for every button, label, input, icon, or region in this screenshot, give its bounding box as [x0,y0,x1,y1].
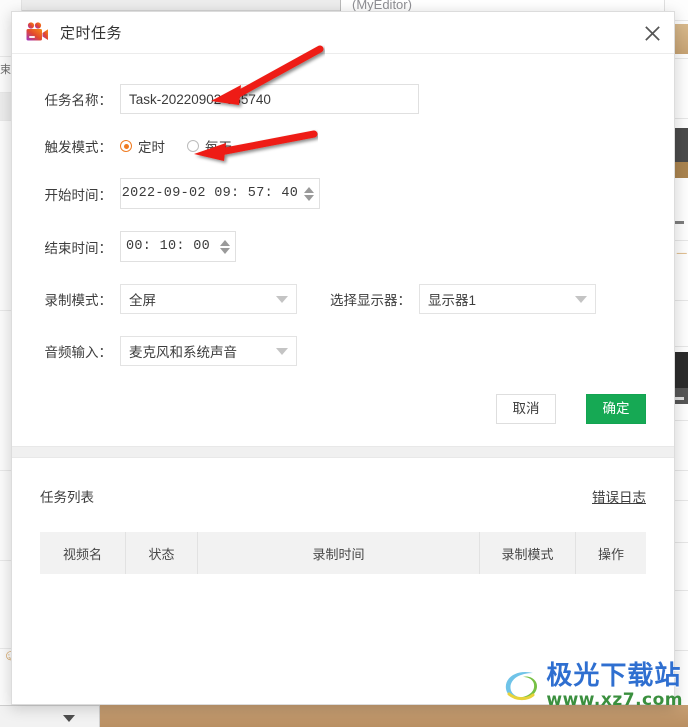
scheduled-task-dialog: 定时任务 任务名称： 触发模式： 定时 每天 开始时间： 2022-09-02 … [11,11,675,705]
dialog-title-bar: 定时任务 [12,12,674,54]
section-divider [12,446,674,458]
row-record-mode-monitor: 录制模式： 全屏 选择显示器： 显示器1 [40,284,646,314]
background-top-toolbar [0,0,340,11]
error-log-link[interactable]: 错误日志 [592,486,646,506]
radio-trigger-timed[interactable]: 定时 [120,136,165,156]
background-dropdown-caret-icon[interactable] [63,715,75,722]
task-form: 任务名称： 触发模式： 定时 每天 开始时间： 2022-09-02 09: 5… [12,54,674,388]
audio-input-select[interactable]: 麦克风和系统声音 [120,336,297,366]
table-header-video-name: 视频名 [40,532,126,574]
start-time-stepper[interactable] [299,179,319,208]
close-icon[interactable] [636,17,668,49]
radio-trigger-daily-label: 每天 [205,140,232,155]
record-mode-label: 录制模式： [44,293,113,308]
chevron-down-icon [276,295,288,303]
dialog-title: 定时任务 [60,25,123,42]
stepper-up-icon[interactable] [304,186,314,193]
table-header-status: 状态 [126,532,198,574]
start-time-input[interactable]: 2022-09-02 09: 57: 40 [120,178,320,209]
row-start-time: 开始时间： 2022-09-02 09: 57: 40 [40,178,646,209]
row-end-time: 结束时间： 00: 10: 00 [40,231,646,262]
stepper-down-icon[interactable] [304,194,314,201]
monitor-label: 选择显示器： [330,293,411,308]
table-header-operation: 操作 [576,532,646,574]
dialog-action-buttons: 取消 确定 [12,388,674,424]
radio-unselected-icon [187,140,199,152]
record-mode-select[interactable]: 全屏 [120,284,297,314]
audio-input-label: 音频输入： [44,345,113,360]
end-time-label: 结束时间： [44,240,113,256]
background-bottom-left-cell [0,705,100,727]
monitor-value: 显示器1 [428,293,477,308]
start-time-value: 2022-09-02 09: 57: 40 [121,186,299,201]
task-name-input[interactable] [120,84,419,114]
start-time-label: 开始时间： [44,187,113,203]
radio-trigger-timed-label: 定时 [138,140,165,155]
trigger-mode-label: 触发模式： [44,140,113,155]
background-bottom-bar [0,705,688,727]
end-time-stepper[interactable] [215,232,235,261]
monitor-select[interactable]: 显示器1 [419,284,596,314]
chevron-down-icon [575,295,587,303]
stepper-down-icon[interactable] [220,247,230,254]
radio-selected-icon [120,140,132,152]
row-audio-input: 音频输入： 麦克风和系统声音 [40,336,646,366]
record-mode-value: 全屏 [129,293,156,308]
task-list-header: 任务列表 错误日志 [40,486,646,506]
chevron-down-icon [276,347,288,355]
audio-input-value: 麦克风和系统声音 [129,345,237,360]
end-time-value: 00: 10: 00 [125,239,210,254]
task-list-section: 任务列表 错误日志 视频名 状态 录制时间 录制模式 操作 [12,458,674,704]
task-list-title: 任务列表 [40,490,94,505]
end-time-input[interactable]: 00: 10: 00 [120,231,236,262]
video-camera-icon [26,21,48,40]
row-task-name: 任务名称： [40,84,646,114]
cancel-button[interactable]: 取消 [496,394,556,424]
stepper-up-icon[interactable] [220,239,230,246]
table-header-record-mode: 录制模式 [480,532,576,574]
task-table: 视频名 状态 录制时间 录制模式 操作 [40,532,646,574]
task-name-label: 任务名称： [44,93,113,108]
radio-trigger-daily[interactable]: 每天 [187,136,232,156]
confirm-button[interactable]: 确定 [586,394,646,424]
table-header-record-time: 录制时间 [198,532,480,574]
row-trigger-mode: 触发模式： 定时 每天 [40,136,646,156]
